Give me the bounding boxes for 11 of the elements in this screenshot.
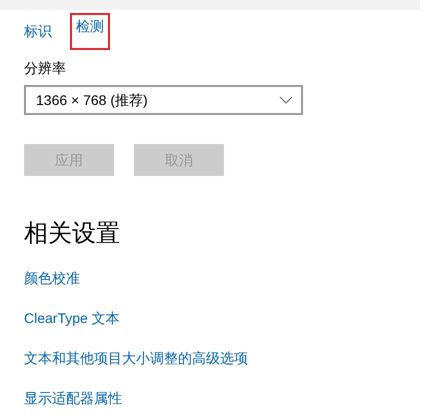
resolution-label: 分辨率 <box>23 59 67 78</box>
settings-link[interactable]: 文本和其他项目大小调整的高级选项 <box>24 348 248 368</box>
section-heading: 相关设置 <box>23 219 121 249</box>
resolution-dropdown[interactable]: 1366 × 768 (推荐) <box>24 85 303 115</box>
settings-link[interactable]: 颜色校准 <box>24 268 80 288</box>
link[interactable]: 检测 <box>70 12 110 50</box>
settings-link[interactable]: 显示适配器属性 <box>24 388 122 408</box>
settings-link[interactable]: ClearType 文本 <box>24 308 120 328</box>
chevron-down-icon <box>279 96 293 104</box>
link[interactable]: 标识 <box>24 20 52 42</box>
dropdown-value: 1366 × 768 (推荐) <box>36 90 148 110</box>
